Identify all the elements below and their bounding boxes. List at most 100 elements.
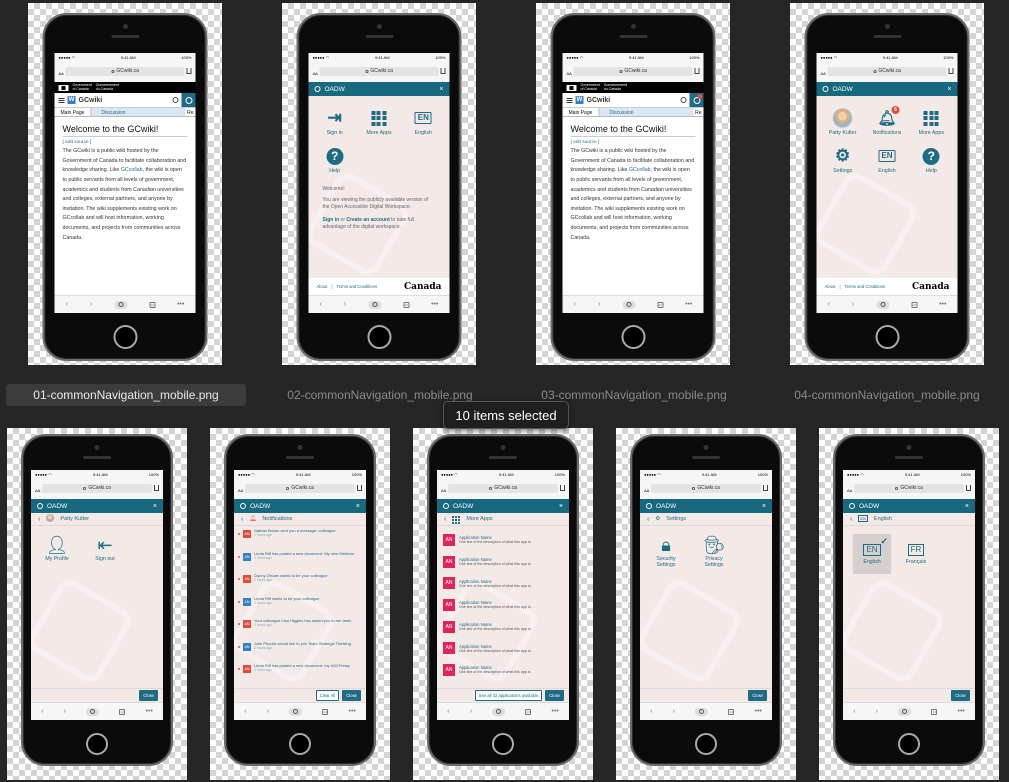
back-arrow-icon[interactable]: ‹ (241, 516, 243, 523)
close-button[interactable]: Close (951, 690, 970, 701)
forward-icon[interactable]: › (470, 708, 472, 715)
oadw-launcher-button[interactable] (689, 93, 704, 107)
gccollab-link[interactable]: GCcollab (629, 167, 651, 173)
share-icon[interactable] (948, 68, 954, 74)
tabs-icon[interactable]: 10 (119, 708, 126, 715)
sign-out-button[interactable]: ⇤ Sign out (89, 534, 121, 563)
back-icon[interactable]: ‹ (65, 301, 67, 308)
home-button[interactable] (367, 325, 391, 349)
back-icon[interactable]: ‹ (319, 301, 321, 308)
notification-item[interactable]: AN Nathan Brown sent you a message: colle… (238, 528, 362, 551)
share-icon[interactable] (763, 485, 768, 491)
home-button[interactable] (875, 325, 899, 349)
close-button[interactable]: Close (545, 690, 564, 701)
tab-read[interactable]: Re (693, 108, 703, 116)
tab-discussion[interactable]: Discussion (91, 108, 186, 116)
edit-source-link[interactable]: [ edit source ] (571, 138, 696, 148)
close-icon[interactable]: × (153, 503, 157, 510)
help-button[interactable]: ? Help (313, 146, 357, 174)
search-icon[interactable] (680, 97, 687, 103)
app-item[interactable]: AN Application Name One line of the descri… (443, 659, 563, 681)
share-icon[interactable] (186, 68, 192, 74)
close-icon[interactable]: × (947, 86, 951, 93)
thumbnail-03[interactable]: ●●●●● ◠ 9:41 AM 100% AA GCwiki.ca Government o… (536, 3, 730, 365)
text-size-icon[interactable]: AA (441, 479, 446, 497)
home-button[interactable] (289, 733, 311, 755)
text-size-icon[interactable]: AA (847, 479, 852, 497)
home-button[interactable] (898, 733, 920, 755)
file-name-1[interactable]: 01-commonNavigation_mobile.png (6, 384, 246, 406)
url-field[interactable]: GCwiki.ca (651, 483, 761, 493)
close-button[interactable]: Close (139, 690, 158, 701)
more-icon[interactable]: ••• (939, 301, 946, 308)
file-name-4[interactable]: 04-commonNavigation_mobile.png (767, 384, 1007, 406)
language-option-fr[interactable]: FR Français (897, 534, 935, 574)
forward-icon[interactable]: › (673, 708, 675, 715)
back-icon[interactable]: ‹ (853, 708, 855, 715)
forward-icon[interactable]: › (852, 301, 854, 308)
url-field[interactable]: GCwiki.ca (573, 66, 693, 76)
back-icon[interactable]: ‹ (650, 708, 652, 715)
back-icon[interactable]: ‹ (41, 708, 43, 715)
search-icon[interactable] (368, 300, 382, 309)
search-icon[interactable] (172, 97, 179, 103)
thumbnail-06[interactable]: ●●●●● ◠ 9:41 AM 100% AA GCwiki.ca OADW × ‹ 🔔︎ Not… (210, 428, 390, 780)
more-icon[interactable]: ••• (349, 708, 356, 715)
close-icon[interactable]: × (965, 503, 969, 510)
forward-icon[interactable]: › (598, 301, 600, 308)
home-button[interactable] (695, 733, 717, 755)
sign-in-link[interactable]: Sign in (323, 217, 340, 223)
close-icon[interactable]: × (356, 503, 360, 510)
search-icon[interactable] (114, 300, 128, 309)
english-button[interactable]: EN English (865, 146, 909, 174)
more-icon[interactable]: ••• (958, 708, 965, 715)
share-icon[interactable] (694, 68, 700, 74)
text-size-icon[interactable]: AA (59, 62, 64, 80)
text-size-icon[interactable]: AA (313, 62, 318, 80)
search-icon[interactable] (86, 707, 100, 716)
text-size-icon[interactable]: AA (821, 62, 826, 80)
thumbnail-02[interactable]: ●●●●● ◠ 9:41 AM 100% AA GCwiki.ca OADW × ⇥ Sign … (282, 3, 476, 365)
thumbnail-07[interactable]: ●●●●● ◠ 9:41 AM 100% AA GCwiki.ca OADW × ‹ More … (413, 428, 593, 780)
create-account-link[interactable]: Create an account (346, 217, 389, 223)
url-field[interactable]: GCwiki.ca (448, 483, 558, 493)
share-icon[interactable] (154, 485, 159, 491)
share-icon[interactable] (440, 68, 446, 74)
search-icon[interactable] (622, 300, 636, 309)
notification-item[interactable]: AN Danny Zeidan wants to be your colleagu… (238, 573, 362, 596)
security-settings-button[interactable]: 🔒︎ Security Settings (650, 534, 682, 569)
tabs-icon[interactable]: 10 (931, 708, 938, 715)
more-icon[interactable]: ••• (146, 708, 153, 715)
app-item[interactable]: AN Application Name One line of the descri… (443, 529, 563, 551)
notification-item[interactable]: AN Linda Riff wants to be your colleague 2… (238, 596, 362, 619)
forward-icon[interactable]: › (90, 301, 92, 308)
privacy-settings-button[interactable]: 🕵︎ Privacy Settings (698, 534, 730, 569)
tab-read[interactable]: Re (185, 108, 195, 116)
url-field[interactable]: GCwiki.ca (827, 66, 947, 76)
tab-main-page[interactable]: Main Page (562, 108, 600, 116)
more-icon[interactable]: ••• (552, 708, 559, 715)
my-profile-button[interactable]: 👤︎ My Profile (41, 534, 73, 563)
home-button[interactable] (113, 325, 137, 349)
text-size-icon[interactable]: AA (567, 62, 572, 80)
thumbnail-09[interactable]: ●●●●● ◠ 9:41 AM 100% AA GCwiki.ca OADW × ‹ EN Eng… (819, 428, 999, 780)
share-icon[interactable] (966, 485, 971, 491)
url-field[interactable]: GCwiki.ca (245, 483, 355, 493)
forward-icon[interactable]: › (64, 708, 66, 715)
app-item[interactable]: AN Application Name One line of the descri… (443, 616, 563, 638)
forward-icon[interactable]: › (344, 301, 346, 308)
home-button[interactable] (86, 733, 108, 755)
app-item[interactable]: AN Application Name One line of the descri… (443, 594, 563, 616)
notification-item[interactable]: AN Your colleague Lisa Higgins has asked … (238, 618, 362, 641)
tabs-icon[interactable]: 10 (911, 301, 918, 308)
back-icon[interactable]: ‹ (244, 708, 246, 715)
tabs-icon[interactable]: 10 (525, 708, 532, 715)
terms-link[interactable]: Terms and Conditions (845, 284, 886, 289)
english-button[interactable]: EN English (401, 108, 445, 136)
back-arrow-icon[interactable]: ‹ (38, 516, 40, 523)
oadw-launcher-button[interactable] (181, 93, 196, 107)
home-button[interactable] (621, 325, 645, 349)
help-button[interactable]: ? Help (909, 146, 953, 174)
back-icon[interactable]: ‹ (827, 301, 829, 308)
settings-button[interactable]: ⚙ Settings (821, 146, 865, 174)
